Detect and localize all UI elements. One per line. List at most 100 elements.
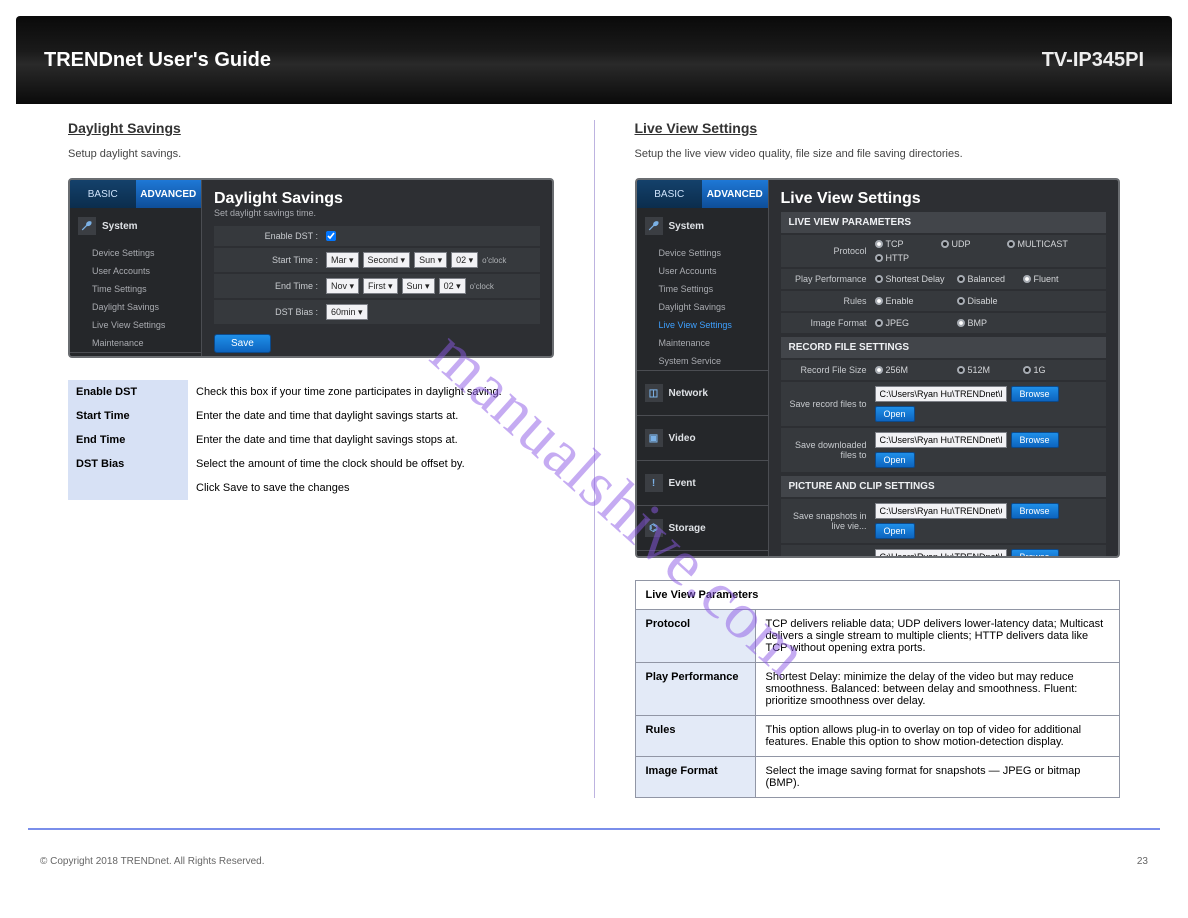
lv-key-protocol: Protocol (635, 610, 755, 663)
dst-val-bias: Select the amount of time the clock shou… (188, 452, 554, 476)
lv-sidebar-storage[interactable]: ⌬ Storage (637, 506, 768, 550)
start-week-select[interactable]: Second ▾ (363, 252, 411, 268)
lv-sidebar: BASIC ADVANCED System Device Settings Us… (637, 180, 769, 556)
save-dl-browse-button[interactable]: Browse (1011, 432, 1059, 448)
row-play-performance: Play Performance Shortest Delay Balanced… (781, 269, 1107, 289)
lv-side-device-settings[interactable]: Device Settings (637, 244, 768, 262)
start-hour-select[interactable]: 02 ▾ (451, 252, 478, 268)
lv-sidebar-system-header[interactable]: System (637, 208, 768, 244)
dst-subtitle: Set daylight savings time. (214, 208, 540, 218)
save-record-browse-button[interactable]: Browse (1011, 386, 1059, 402)
lv-desc-table: Live View Parameters ProtocolTCP deliver… (635, 580, 1121, 798)
row-record-file-size: Record File Size 256M 512M 1G (781, 360, 1107, 380)
document-banner: TRENDnet User's Guide TV-IP345PI (16, 16, 1172, 104)
snap-live-open-button[interactable]: Open (875, 523, 915, 539)
protocol-multicast[interactable]: MULTICAST (1007, 239, 1069, 249)
dst-save-button[interactable]: Save (214, 334, 271, 353)
save-dl-open-button[interactable]: Open (875, 452, 915, 468)
end-month-select[interactable]: Nov ▾ (326, 278, 359, 294)
lv-side-live-view-settings[interactable]: Live View Settings (637, 316, 768, 334)
row-snap-play: Save snapshots when play... Browse Open (781, 545, 1107, 556)
right-column: Live View Settings Setup the live view v… (635, 120, 1121, 798)
sidebar-item-live-view-settings[interactable]: Live View Settings (70, 316, 201, 334)
rules-enable[interactable]: Enable (875, 296, 953, 306)
dst-key-bias: DST Bias (68, 452, 188, 476)
network-icon: ◫ (645, 384, 663, 402)
row-end-time: End Time : Nov ▾ First ▾ Sun ▾ 02 ▾ o'cl… (214, 274, 540, 298)
imgfmt-jpeg[interactable]: JPEG (875, 318, 953, 328)
dst-bias-select[interactable]: 60min ▾ (326, 304, 368, 320)
lv-val-perf: Shortest Delay: minimize the delay of th… (755, 663, 1120, 716)
left-column: Daylight Savings Setup daylight savings.… (68, 120, 554, 798)
lv-sidebar-network[interactable]: ◫ Network (637, 371, 768, 415)
lv-side-daylight-savings[interactable]: Daylight Savings (637, 298, 768, 316)
enable-dst-checkbox[interactable] (326, 231, 336, 241)
rfs-1g[interactable]: 1G (1023, 365, 1085, 375)
protocol-udp[interactable]: UDP (941, 239, 1003, 249)
enable-dst-label: Enable DST : (222, 231, 326, 241)
perf-shortest[interactable]: Shortest Delay (875, 274, 953, 284)
lv-key-imgfmt: Image Format (635, 757, 755, 798)
dst-title: Daylight Savings (214, 190, 540, 208)
lv-side-maintenance[interactable]: Maintenance (637, 334, 768, 352)
lv-side-time-settings[interactable]: Time Settings (637, 280, 768, 298)
lv-side-system-service[interactable]: System Service (637, 352, 768, 370)
start-oclock: o'clock (482, 256, 506, 265)
snap-play-input[interactable] (875, 549, 1007, 556)
tab-advanced[interactable]: ADVANCED (136, 180, 202, 208)
perf-fluent[interactable]: Fluent (1023, 274, 1085, 284)
video-icon: ▣ (645, 429, 663, 447)
row-protocol: Protocol TCP UDP MULTICAST HTTP (781, 235, 1107, 267)
sidebar-system-label: System (102, 221, 138, 232)
sidebar-item-user-accounts[interactable]: User Accounts (70, 262, 201, 280)
snap-live-label: Save snapshots in live vie... (789, 511, 875, 531)
lv-title: Live View Settings (781, 190, 1107, 208)
lv-tab-basic[interactable]: BASIC (637, 180, 703, 208)
end-week-select[interactable]: First ▾ (363, 278, 398, 294)
sidebar-item-device-settings[interactable]: Device Settings (70, 244, 201, 262)
sidebar-system-header[interactable]: System (70, 208, 201, 244)
start-day-select[interactable]: Sun ▾ (414, 252, 447, 268)
lv-panel: BASIC ADVANCED System Device Settings Us… (635, 178, 1121, 558)
snap-play-browse-button[interactable]: Browse (1011, 549, 1059, 556)
sidebar-item-time-settings[interactable]: Time Settings (70, 280, 201, 298)
rules-disable[interactable]: Disable (957, 296, 1019, 306)
dst-val-save: Click Save to save the changes (188, 476, 554, 500)
dst-val-start: Enter the date and time that daylight sa… (188, 404, 554, 428)
rfs-256m[interactable]: 256M (875, 365, 953, 375)
left-section-title: Daylight Savings (68, 120, 554, 136)
lv-side-storage-label: Storage (669, 523, 706, 534)
dst-main: Daylight Savings Set daylight savings ti… (202, 180, 552, 356)
wrench-icon (78, 217, 96, 235)
wrench-icon (645, 217, 663, 235)
lv-sidebar-event[interactable]: ! Event (637, 461, 768, 505)
lv-side-user-accounts[interactable]: User Accounts (637, 262, 768, 280)
save-dl-input[interactable] (875, 432, 1007, 448)
lv-sidebar-video[interactable]: ▣ Video (637, 416, 768, 460)
row-image-format: Image Format JPEG BMP (781, 313, 1107, 333)
end-day-select[interactable]: Sun ▾ (402, 278, 435, 294)
sidebar-item-daylight-savings[interactable]: Daylight Savings (70, 298, 201, 316)
tab-basic[interactable]: BASIC (70, 180, 136, 208)
rfs-label: Record File Size (789, 365, 875, 375)
save-record-input[interactable] (875, 386, 1007, 402)
dst-sidebar: BASIC ADVANCED System Device Settings Us… (70, 180, 202, 356)
rfs-512m[interactable]: 512M (957, 365, 1019, 375)
snap-live-input[interactable] (875, 503, 1007, 519)
save-record-open-button[interactable]: Open (875, 406, 915, 422)
protocol-tcp[interactable]: TCP (875, 239, 937, 249)
row-save-record: Save record files to Browse Open (781, 382, 1107, 426)
dst-desc-table: Enable DSTCheck this box if your time zo… (68, 380, 554, 500)
row-enable-dst: Enable DST : (214, 226, 540, 246)
end-hour-select[interactable]: 02 ▾ (439, 278, 466, 294)
lv-tab-advanced[interactable]: ADVANCED (702, 180, 768, 208)
left-section-intro: Setup daylight savings. (68, 148, 554, 160)
dst-key-enable: Enable DST (68, 380, 188, 404)
protocol-http[interactable]: HTTP (875, 253, 915, 263)
perf-balanced[interactable]: Balanced (957, 274, 1019, 284)
lv-key-rules: Rules (635, 716, 755, 757)
sidebar-item-maintenance[interactable]: Maintenance (70, 334, 201, 352)
snap-live-browse-button[interactable]: Browse (1011, 503, 1059, 519)
imgfmt-bmp[interactable]: BMP (957, 318, 1019, 328)
start-month-select[interactable]: Mar ▾ (326, 252, 359, 268)
